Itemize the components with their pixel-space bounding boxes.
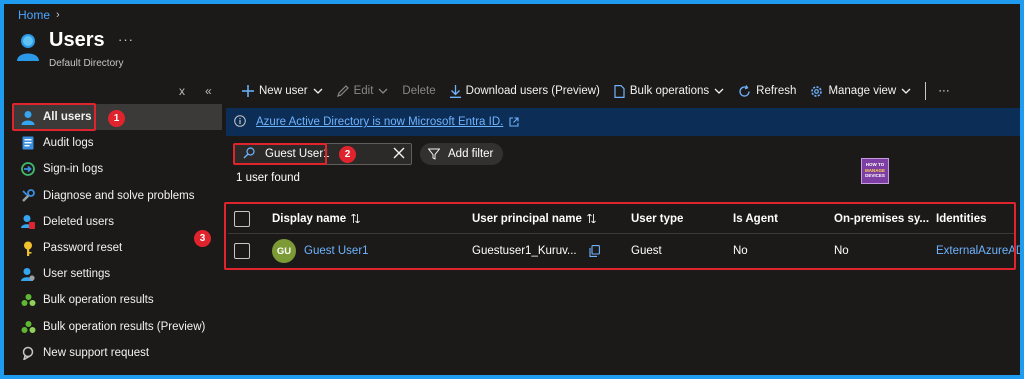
sidebar-item-sign-in-logs[interactable]: Sign-in logs [12, 156, 222, 182]
toolbar-divider [925, 82, 927, 100]
sidebar-item-audit-logs[interactable]: Audit logs [12, 130, 222, 156]
group-icon [20, 292, 36, 308]
breadcrumb: Home › [18, 8, 60, 22]
annotation-badge-1: 1 [108, 110, 125, 127]
how-to-manage-devices-logo: HOW TO MANAGE DEVICES [861, 158, 889, 184]
sidebar-item-support-request[interactable]: New support request [12, 340, 222, 366]
manage-view-button[interactable]: Manage view [810, 85, 911, 98]
chevron-down-icon [901, 88, 911, 94]
chevron-right-icon: › [56, 9, 60, 21]
sidebar-item-password-reset[interactable]: Password reset [12, 235, 222, 261]
page-header: Users Default Directory [16, 28, 123, 69]
info-banner: Azure Active Directory is now Microsoft … [226, 108, 1020, 136]
sidebar-item-label: New support request [43, 346, 150, 359]
result-count: 1 user found [236, 172, 300, 184]
download-icon [449, 84, 461, 98]
sidebar-item-deleted-users[interactable]: Deleted users [12, 209, 222, 235]
sign-in-icon [20, 161, 36, 177]
sidebar-item-label: Bulk operation results (Preview) [43, 320, 206, 333]
new-user-label: New user [259, 85, 308, 97]
sidebar-item-label: Bulk operation results [43, 294, 154, 307]
sidebar-item-label: User settings [43, 268, 111, 281]
chevron-down-icon [714, 88, 724, 94]
support-icon [20, 345, 36, 361]
info-icon [234, 114, 246, 130]
pencil-icon [336, 85, 349, 97]
delete-label: Delete [402, 85, 436, 97]
document-icon [614, 84, 625, 98]
clear-search-icon[interactable] [393, 147, 405, 162]
edit-label: Edit [353, 85, 374, 97]
command-bar: New user Edit Delete Download users (Pre… [242, 78, 964, 104]
sidebar-item-bulk-results[interactable]: Bulk operation results [12, 287, 222, 313]
deleted-user-icon [20, 214, 36, 230]
new-user-button[interactable]: New user [242, 85, 323, 97]
group-icon [20, 319, 36, 335]
annotation-badge-3: 3 [194, 230, 211, 247]
toolbar-more-button[interactable]: ··· [938, 85, 950, 97]
refresh-icon [738, 84, 751, 98]
sidebar-item-label: Diagnose and solve problems [43, 189, 195, 202]
add-filter-label: Add filter [448, 148, 494, 160]
sidebar: All users Audit logs Sign-in logs Diagno… [12, 104, 222, 366]
portal-frame: Home › Users Default Directory ··· x « A… [4, 4, 1020, 375]
add-filter-button[interactable]: Add filter [420, 143, 504, 165]
delete-button[interactable]: Delete [402, 85, 435, 97]
download-label: Download users (Preview) [465, 85, 600, 97]
logo-line: HOW TO [865, 162, 885, 167]
chevron-down-icon [378, 88, 388, 94]
page-subtitle: Default Directory [49, 58, 124, 69]
annotation-box-all-users [12, 103, 96, 131]
refresh-button[interactable]: Refresh [738, 84, 797, 98]
wrench-icon [20, 188, 36, 204]
sidebar-item-user-settings[interactable]: User settings [12, 261, 222, 287]
filter-icon [428, 148, 440, 160]
bulk-operations-button[interactable]: Bulk operations [614, 84, 724, 98]
sidebar-item-bulk-results-preview[interactable]: Bulk operation results (Preview) [12, 314, 222, 340]
chevron-down-icon [313, 88, 323, 94]
manage-view-label: Manage view [828, 85, 897, 97]
sidebar-item-label: Audit logs [43, 137, 94, 150]
collapse-sidebar-icon[interactable]: « [205, 84, 212, 98]
close-icon[interactable]: x [179, 84, 185, 98]
sidebar-item-label: Deleted users [43, 215, 114, 228]
users-icon [17, 34, 39, 61]
sidebar-item-label: Password reset [43, 242, 123, 255]
annotation-box-search [233, 143, 327, 165]
sidebar-item-diagnose[interactable]: Diagnose and solve problems [12, 183, 222, 209]
refresh-label: Refresh [756, 85, 797, 97]
more-options-button[interactable]: ··· [118, 32, 134, 47]
breadcrumb-home[interactable]: Home [18, 8, 50, 22]
annotation-badge-2: 2 [339, 146, 356, 163]
plus-icon [242, 85, 254, 97]
edit-button[interactable]: Edit [336, 85, 389, 97]
user-settings-icon [20, 266, 36, 282]
document-icon [20, 135, 36, 151]
logo-line: DEVICES [865, 173, 885, 178]
sidebar-item-label: Sign-in logs [43, 163, 104, 176]
gear-icon [810, 85, 823, 98]
key-icon [20, 240, 36, 256]
page-title: Users [49, 29, 105, 51]
entra-id-link[interactable]: Azure Active Directory is now Microsoft … [256, 116, 503, 128]
download-users-button[interactable]: Download users (Preview) [449, 84, 600, 98]
bulk-operations-label: Bulk operations [629, 85, 710, 97]
annotation-box-table [224, 202, 1016, 270]
external-link-icon [509, 117, 519, 127]
